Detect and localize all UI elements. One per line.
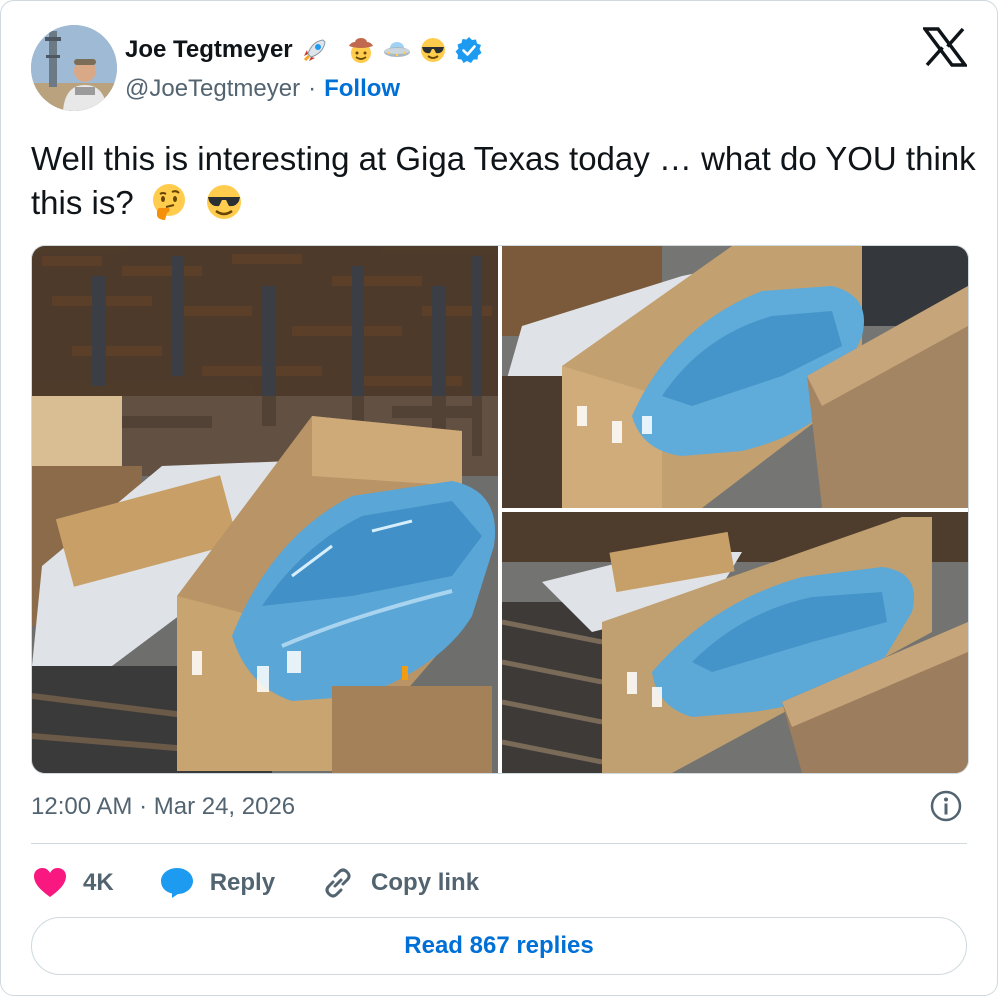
photo-top-right-image — [502, 246, 968, 508]
photo-main[interactable] — [32, 246, 498, 773]
rocket-emoji-icon — [303, 39, 326, 62]
action-bar: 4K Reply Copy link — [31, 861, 523, 905]
verified-badge-icon — [455, 37, 482, 63]
copy-link-label: Copy link — [371, 869, 480, 896]
divider — [31, 843, 967, 844]
x-logo-icon[interactable] — [923, 27, 967, 67]
read-replies-button[interactable]: Read 867 replies — [31, 917, 967, 975]
tweet-card: Joe Tegtmeyer @JoeTegtmeyer · Follow Wel… — [0, 0, 998, 996]
reply-button[interactable]: Reply — [158, 864, 275, 902]
heart-icon — [34, 868, 66, 897]
avatar-photo — [31, 25, 117, 111]
photo-bottom-right-image — [502, 512, 968, 773]
read-replies-label: Read 867 replies — [404, 932, 594, 959]
author-name[interactable]: Joe Tegtmeyer — [125, 36, 293, 64]
author-handle-row: @JoeTegtmeyer · Follow — [125, 75, 400, 103]
photo-bottom-right[interactable] — [502, 512, 968, 773]
photo-main-image — [32, 246, 498, 773]
info-icon[interactable] — [929, 789, 963, 823]
author-name-row: Joe Tegtmeyer — [125, 33, 483, 67]
photo-top-right[interactable] — [502, 246, 968, 508]
copy-link-button[interactable]: Copy link — [319, 864, 479, 902]
like-count: 4K — [83, 869, 114, 896]
cowboy-emoji-icon — [348, 38, 373, 63]
ufo-emoji-icon — [383, 42, 410, 57]
author-handle[interactable]: @JoeTegtmeyer — [125, 75, 300, 103]
tweet-text: Well this is interesting at Giga Texas t… — [31, 137, 981, 225]
sunglasses-emoji-icon — [207, 185, 242, 219]
reply-label: Reply — [209, 869, 276, 896]
link-icon — [325, 868, 351, 898]
tweet-timestamp[interactable]: 12:00 AM · Mar 24, 2026 — [31, 793, 295, 821]
like-button[interactable]: 4K — [31, 864, 114, 902]
reply-bubble-icon — [160, 868, 193, 898]
sunglasses-emoji-icon — [420, 38, 445, 62]
thinking-emoji-icon — [152, 184, 185, 220]
separator-dot: · — [308, 75, 317, 102]
media-grid — [31, 245, 969, 774]
avatar[interactable] — [31, 25, 117, 111]
follow-button[interactable]: Follow — [324, 75, 400, 103]
